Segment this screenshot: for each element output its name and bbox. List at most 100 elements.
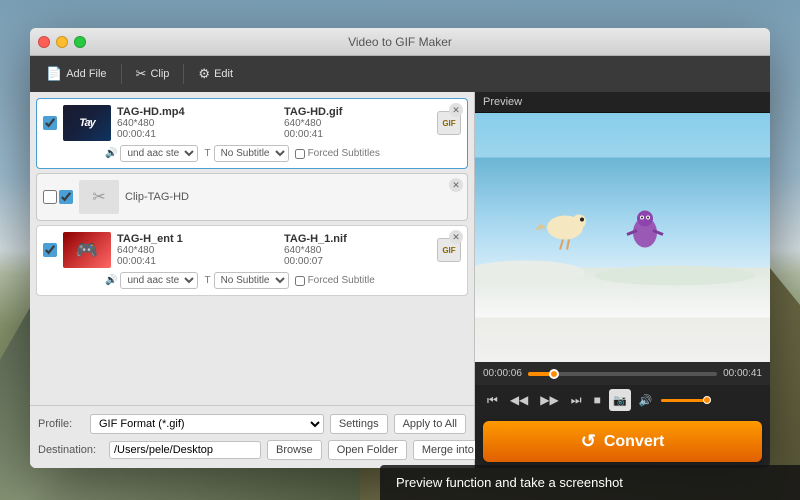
gif-badge: GIF xyxy=(442,119,455,128)
file-item-1-forced-checkbox[interactable] xyxy=(295,149,305,159)
file-item-2-audio-icon: 🔊 xyxy=(105,275,117,286)
toolbar: 📄 Add File ✂ Clip ⚙ Edit xyxy=(30,56,770,92)
profile-select[interactable]: GIF Format (*.gif) xyxy=(90,414,324,434)
clip-close[interactable]: ✕ xyxy=(449,178,463,192)
skip-start-button[interactable]: ⏮ xyxy=(483,391,502,410)
progress-row: 00:00:06 00:00:41 xyxy=(475,362,770,385)
file-item-2-dst-name: TAG-H_1.nif xyxy=(284,233,431,245)
file-item-2-subtitle: T No Subtitle xyxy=(204,272,288,289)
open-folder-button[interactable]: Open Folder xyxy=(328,440,407,460)
file-item-1-dst-dur: 00:00:41 xyxy=(284,129,431,140)
minimize-button[interactable] xyxy=(56,36,68,48)
clip-checkbox-2[interactable] xyxy=(59,190,73,204)
volume-control: 🔊 xyxy=(639,394,711,407)
convert-icon: ↺ xyxy=(581,431,596,452)
profile-row: Profile: GIF Format (*.gif) Settings App… xyxy=(38,414,466,434)
convert-section: ↺ Convert xyxy=(475,415,770,468)
apply-all-button[interactable]: Apply to All xyxy=(394,414,466,434)
player-controls: ⏮ ◀◀ ▶▶ ⏭ ■ 📷 🔊 xyxy=(475,385,770,415)
file-item-2-dst-col: TAG-H_1.nif 640*480 00:00:07 xyxy=(284,233,431,267)
audio-icon: 🔊 xyxy=(105,148,117,159)
progress-thumb xyxy=(549,369,559,379)
clip-icon: ✂ xyxy=(136,66,147,82)
progress-track[interactable] xyxy=(528,372,717,376)
file-item-1-src-col: TAG-HD.mp4 640*480 00:00:41 xyxy=(117,106,264,140)
traffic-lights xyxy=(38,36,86,48)
clip-item: ✂ Clip-TAG-HD ✕ xyxy=(36,173,468,221)
file-item-2-dst-dur: 00:00:07 xyxy=(284,256,431,267)
file-item-2-info: TAG-H_ent 1 640*480 00:00:41 TAG-H_1.nif… xyxy=(117,233,431,267)
file-item-2-forced-label: Forced Subtitle xyxy=(308,275,375,286)
file-item-1-checkbox[interactable] xyxy=(43,116,57,130)
file-item-2-src-res: 640*480 xyxy=(117,245,264,256)
maximize-button[interactable] xyxy=(74,36,86,48)
convert-button[interactable]: ↺ Convert xyxy=(483,421,762,462)
file-item-1-subtitle-select[interactable]: No Subtitle xyxy=(214,145,289,162)
play-button[interactable]: ▶▶ xyxy=(536,391,562,409)
file-item-1-audio-select[interactable]: und aac ste xyxy=(120,145,198,162)
main-content: Tay TAG-HD.mp4 640*480 00:00:41 TAG-HD.g… xyxy=(30,92,770,468)
profile-label: Profile: xyxy=(38,418,84,430)
file-item-2-gif-badge: GIF xyxy=(442,246,455,255)
edit-icon: ⚙ xyxy=(198,66,210,82)
file-item-2-dst-res: 640*480 xyxy=(284,245,431,256)
add-file-icon: 📄 xyxy=(46,66,62,82)
file-item-2-options: 🔊 und aac ste T No Subtitle xyxy=(105,272,461,289)
settings-button[interactable]: Settings xyxy=(330,414,388,434)
clip-label: Clip xyxy=(150,68,169,80)
file-item-2-src-dur: 00:00:41 xyxy=(117,256,264,267)
file-item-1: Tay TAG-HD.mp4 640*480 00:00:41 TAG-HD.g… xyxy=(36,98,468,169)
file-item-1-src-res: 640*480 xyxy=(117,118,264,129)
file-item-2-checkbox[interactable] xyxy=(43,243,57,257)
file-item-2-src-col: TAG-H_ent 1 640*480 00:00:41 xyxy=(117,233,264,267)
preview-scene xyxy=(475,113,770,362)
destination-row: Destination: Browse Open Folder Merge in… xyxy=(38,440,466,460)
preview-label: Preview xyxy=(475,92,770,113)
file-item-2-forced-checkbox[interactable] xyxy=(295,276,305,286)
skip-end-button[interactable]: ⏭ xyxy=(567,391,586,410)
file-item-1-header: Tay TAG-HD.mp4 640*480 00:00:41 TAG-HD.g… xyxy=(43,105,461,141)
add-file-button[interactable]: 📄 Add File xyxy=(38,63,115,85)
time-current: 00:00:06 xyxy=(483,368,522,379)
edit-button[interactable]: ⚙ Edit xyxy=(190,63,241,85)
file-item-1-dst-res: 640*480 xyxy=(284,118,431,129)
clip-button[interactable]: ✂ Clip xyxy=(128,63,178,85)
edit-label: Edit xyxy=(214,68,233,80)
file-item-2-audio-select[interactable]: und aac ste xyxy=(120,272,198,289)
title-bar: Video to GIF Maker xyxy=(30,28,770,56)
stop-button[interactable]: ■ xyxy=(590,391,605,409)
destination-label: Destination: xyxy=(38,444,103,456)
preview-video-content xyxy=(475,113,770,362)
add-file-label: Add File xyxy=(66,68,106,80)
file-item-2: 🎮 TAG-H_ent 1 640*480 00:00:41 TAG-H_1.n… xyxy=(36,225,468,296)
file-item-1-close[interactable]: ✕ xyxy=(449,103,463,117)
file-item-2-forced: Forced Subtitle xyxy=(295,275,375,286)
convert-label: Convert xyxy=(604,433,664,451)
tooltip-bar: Preview function and take a screenshot xyxy=(380,465,800,500)
destination-input[interactable] xyxy=(109,441,261,459)
file-item-1-src-name: TAG-HD.mp4 xyxy=(117,106,264,118)
volume-thumb xyxy=(703,396,711,404)
volume-slider[interactable] xyxy=(661,399,711,402)
file-item-1-audio: 🔊 und aac ste xyxy=(105,145,198,162)
subtitle-icon: T xyxy=(204,148,210,159)
file-item-2-subtitle-icon: T xyxy=(204,275,210,286)
close-button[interactable] xyxy=(38,36,50,48)
file-item-1-src-dur: 00:00:41 xyxy=(117,129,264,140)
time-total: 00:00:41 xyxy=(723,368,762,379)
file-item-2-thumbnail: 🎮 xyxy=(63,232,111,268)
preview-video xyxy=(475,113,770,362)
toolbar-sep-1 xyxy=(121,64,122,84)
clip-checkbox-1[interactable] xyxy=(43,190,57,204)
file-item-1-subtitle: T No Subtitle xyxy=(204,145,288,162)
browse-button[interactable]: Browse xyxy=(267,440,322,460)
toolbar-sep-2 xyxy=(183,64,184,84)
file-item-1-thumbnail: Tay xyxy=(63,105,111,141)
clip-checkboxes xyxy=(43,190,73,204)
file-item-2-subtitle-select[interactable]: No Subtitle xyxy=(214,272,289,289)
screenshot-button[interactable]: 📷 xyxy=(609,389,631,411)
file-item-2-close[interactable]: ✕ xyxy=(449,230,463,244)
file-item-2-header: 🎮 TAG-H_ent 1 640*480 00:00:41 TAG-H_1.n… xyxy=(43,232,461,268)
rewind-button[interactable]: ◀◀ xyxy=(506,391,532,409)
left-panel: Tay TAG-HD.mp4 640*480 00:00:41 TAG-HD.g… xyxy=(30,92,475,468)
